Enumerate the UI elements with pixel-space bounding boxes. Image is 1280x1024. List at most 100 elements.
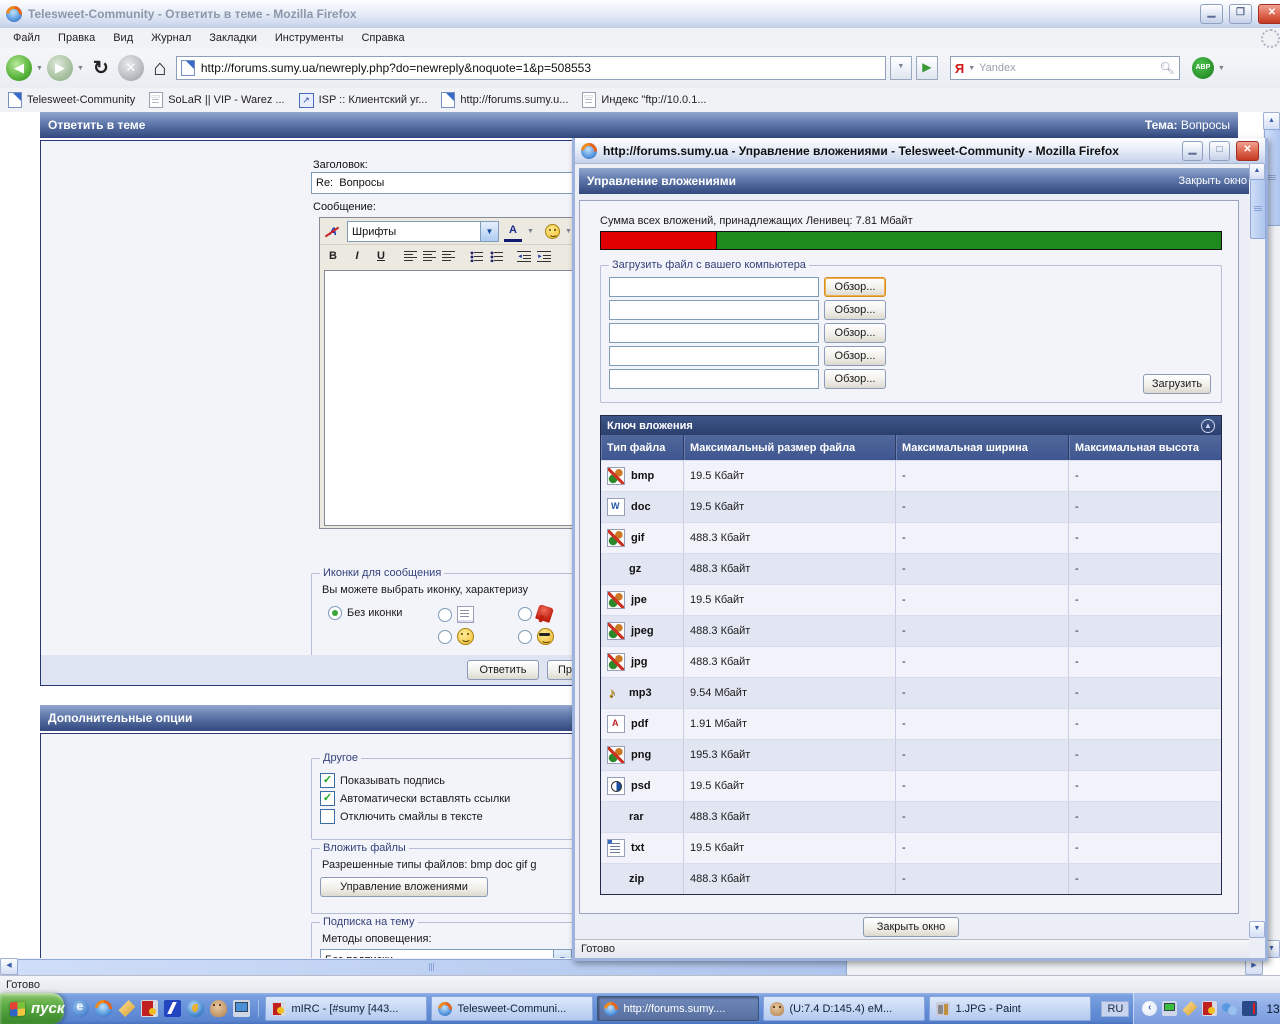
popup-vertical-scrollbar[interactable]: ▲ ▼ [1249,163,1265,938]
outdent-icon[interactable] [517,251,531,262]
underline-button[interactable]: U [372,247,390,265]
url-bar[interactable] [176,56,886,80]
search-icon[interactable]: 🔍︎ [1160,61,1175,75]
temp-icon[interactable] [1242,1001,1257,1016]
popup-minimize-button[interactable]: ▁ [1182,141,1203,161]
language-indicator[interactable]: RU [1101,1001,1129,1017]
forward-dropdown-icon[interactable]: ▼ [77,65,84,72]
message-icon-radio-doc[interactable] [438,608,452,622]
message-icon-option-cool[interactable] [518,628,554,645]
go-button[interactable]: ▶ [916,56,938,80]
home-button[interactable]: ⌂ [148,59,172,77]
bookmark-item-2[interactable]: SoLaR || VIP - Warez ... [149,92,284,108]
task-button-4[interactable]: (U:7.4 D:145.4) eM... [763,996,925,1021]
yandex-icon[interactable]: Я [955,61,964,76]
msn-icon[interactable] [1222,1001,1237,1016]
smiley-icon[interactable] [545,224,560,239]
message-icon-radio-cool[interactable] [518,630,532,644]
collapse-icon[interactable]: ▲ [1201,419,1215,433]
menu-item-5[interactable]: Закладки [200,30,266,46]
mail-icon[interactable] [1182,1001,1197,1016]
adblock-icon[interactable]: ABP [1192,57,1214,79]
ordered-list-icon[interactable] [469,251,483,262]
monitor-icon[interactable] [233,1000,250,1017]
task-button-1[interactable]: mIRC - [#sumy [443... [265,996,427,1021]
monitor-green-icon[interactable] [1162,1001,1177,1016]
task-button-3[interactable]: http://forums.sumy.... [597,996,759,1021]
popup-scroll-down-button[interactable]: ▼ [1249,921,1265,938]
stop-button[interactable]: ✕ [118,55,144,81]
browse-button-4[interactable]: Обзор... [824,346,886,366]
browse-button-1[interactable]: Обзор... [824,277,886,297]
task-button-2[interactable]: Telesweet-Communi... [431,996,593,1021]
message-icon-option-smile[interactable] [438,628,474,645]
manage-attachments-button[interactable]: Управление вложениями [320,877,488,897]
font-color-dropdown-icon[interactable]: ▼ [527,228,534,235]
font-color-icon[interactable]: A [504,221,522,242]
remove-format-icon[interactable]: A [324,223,342,241]
reply-submit-button[interactable]: Ответить [467,660,539,680]
menu-item-2[interactable]: Правка [49,30,104,46]
search-engine-dropdown-icon[interactable]: ▼ [968,65,975,72]
menu-item-1[interactable]: Файл [4,30,49,46]
message-icon-option-doc[interactable] [438,606,474,623]
message-icon-option-thumbsdown[interactable] [518,606,552,621]
checkbox-1[interactable]: ✓ [320,773,335,788]
scroll-left-button[interactable]: ◀ [0,958,18,975]
menu-item-6[interactable]: Инструменты [266,30,353,46]
file-input-2[interactable] [609,300,819,320]
scroll-up-button[interactable]: ▲ [1263,112,1280,130]
browse-button-5[interactable]: Обзор... [824,369,886,389]
indent-icon[interactable] [537,251,551,262]
checkbox-2[interactable]: ✓ [320,791,335,806]
bookmark-item-4[interactable]: http://forums.sumy.u... [441,92,568,108]
popup-scroll-up-button[interactable]: ▲ [1249,163,1265,180]
ie-icon[interactable] [72,1000,89,1017]
restore-button[interactable]: ❐ [1229,4,1252,24]
search-input[interactable]: Yandex [979,62,1155,74]
checkbox-3[interactable] [320,809,335,824]
popup-titlebar[interactable]: http://forums.sumy.ua - Управление вложе… [575,138,1265,164]
mirc-icon[interactable] [1202,1001,1217,1016]
horizontal-scroll-thumb[interactable] [17,959,847,976]
browse-button-2[interactable]: Обзор... [824,300,886,320]
reload-button[interactable]: ↻ [88,59,114,77]
flash-icon[interactable] [164,1000,181,1017]
file-input-4[interactable] [609,346,819,366]
no-icon-option[interactable]: Без иконки [328,606,402,620]
popup-maximize-button[interactable]: □ [1209,141,1230,161]
bookmark-item-1[interactable]: Telesweet-Community [8,92,135,108]
mirc-icon[interactable] [141,1000,158,1017]
file-input-1[interactable] [609,277,819,297]
menu-item-3[interactable]: Вид [104,30,142,46]
no-icon-radio[interactable] [328,606,342,620]
mail-icon[interactable] [118,1000,135,1017]
upload-button[interactable]: Загрузить [1143,374,1211,394]
popup-close-window-button[interactable]: Закрыть окно [863,917,959,937]
tray-chevron-icon[interactable]: ‹ [1142,1001,1157,1016]
start-button[interactable]: пуск [0,993,64,1024]
adblock-dropdown-icon[interactable]: ▼ [1218,65,1225,72]
message-icon-radio-thumbsdown[interactable] [518,607,532,621]
forward-button[interactable]: ▶ [47,55,73,81]
close-window-link[interactable]: Закрыть окно [1178,175,1247,187]
browse-button-3[interactable]: Обзор... [824,323,886,343]
bookmark-item-3[interactable]: ↗ISP :: Клиентский уг... [299,93,428,108]
globe-icon[interactable] [187,1000,204,1017]
firefox-icon[interactable] [95,1000,112,1017]
back-dropdown-icon[interactable]: ▼ [36,65,43,72]
popup-scroll-thumb[interactable] [1250,179,1266,239]
align-left-icon[interactable] [404,251,417,262]
url-dropdown-icon[interactable]: ▼ [890,56,912,80]
search-bar[interactable]: Я ▼ Yandex 🔍︎ [950,56,1180,80]
bullet-list-icon[interactable] [489,251,503,262]
minimize-button[interactable]: ▁ [1200,4,1223,24]
font-dropdown[interactable]: Шрифты ▼ [347,221,499,242]
emule-icon[interactable] [210,1000,227,1017]
task-button-5[interactable]: 1.JPG - Paint [929,996,1091,1021]
menu-item-7[interactable]: Справка [352,30,413,46]
back-button[interactable]: ◀ [6,55,32,81]
popup-close-button[interactable]: ✕ [1236,141,1259,161]
message-icon-radio-smile[interactable] [438,630,452,644]
italic-button[interactable]: I [348,247,366,265]
